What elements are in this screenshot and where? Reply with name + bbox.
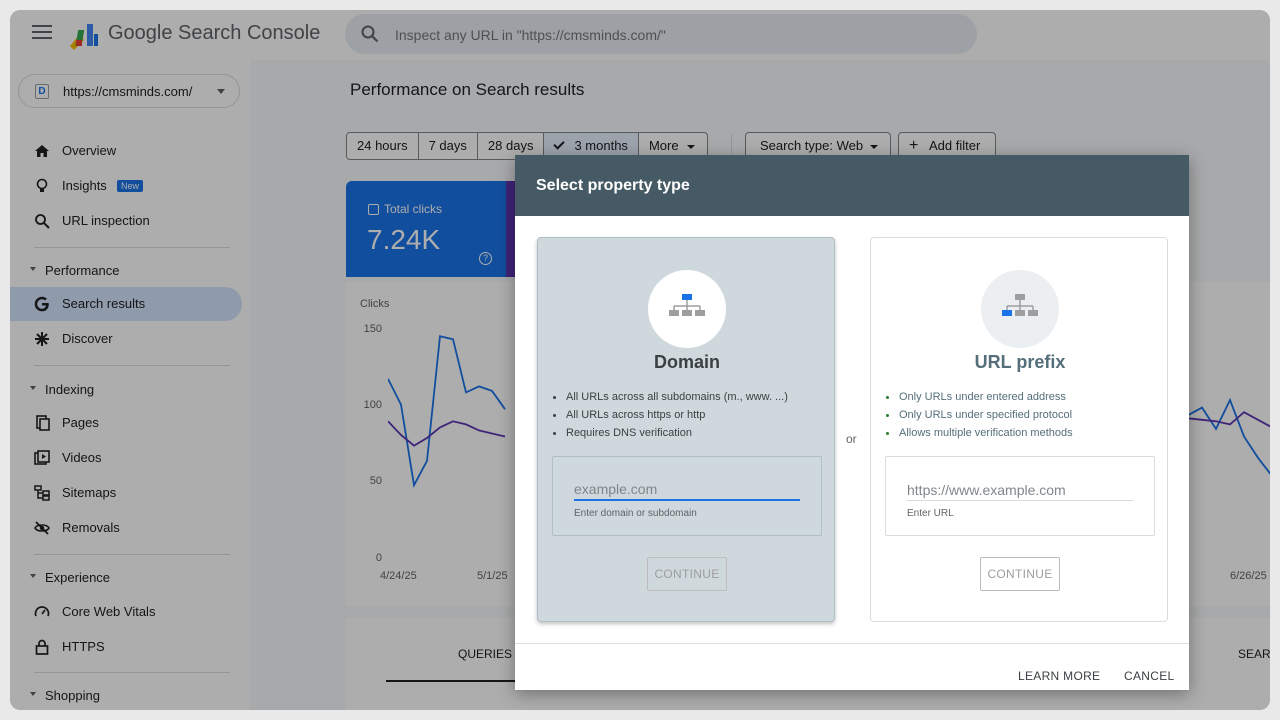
domain-field: Enter domain or subdomain — [552, 456, 822, 536]
url-prefix-option-card[interactable]: URL prefix Only URLs under entered addre… — [870, 237, 1168, 622]
sitemap-icon — [1002, 294, 1038, 316]
dialog-title: Select property type — [536, 177, 690, 194]
cancel-button[interactable]: CANCEL — [1124, 669, 1174, 683]
url-prefix-illustration — [981, 270, 1059, 348]
url-prefix-help-text: Enter URL — [907, 508, 954, 519]
learn-more-button[interactable]: LEARN MORE — [1018, 669, 1100, 683]
url-prefix-title: URL prefix — [974, 352, 1066, 372]
url-prefix-field: Enter URL — [885, 456, 1155, 536]
or-separator: or — [846, 432, 857, 446]
url-prefix-input[interactable] — [907, 479, 1133, 501]
domain-title: Domain — [653, 352, 720, 372]
dialog-header: Select property type — [515, 155, 1189, 216]
domain-input[interactable] — [574, 479, 800, 501]
domain-help-text: Enter domain or subdomain — [574, 508, 697, 519]
domain-bullet: All URLs across https or http — [552, 409, 706, 421]
select-property-dialog: Select property type Domain All URLs acr… — [515, 155, 1189, 690]
app-window: Google Search Console D https://cmsminds… — [10, 10, 1270, 710]
url-prefix-continue-button[interactable]: CONTINUE — [980, 557, 1060, 591]
domain-continue-button[interactable]: CONTINUE — [647, 557, 727, 591]
url-prefix-bullet: Only URLs under entered address — [886, 391, 1066, 403]
dialog-footer-divider — [515, 643, 1189, 644]
sitemap-icon — [669, 294, 705, 316]
domain-option-card[interactable]: Domain All URLs across all subdomains (m… — [537, 237, 835, 622]
domain-bullet: Requires DNS verification — [553, 427, 692, 439]
domain-bullet: All URLs across all subdomains (m., www.… — [553, 391, 788, 403]
domain-illustration — [648, 270, 726, 348]
url-prefix-bullet: Only URLs under specified protocol — [885, 409, 1073, 421]
url-prefix-bullet: Allows multiple verification methods — [886, 427, 1073, 439]
